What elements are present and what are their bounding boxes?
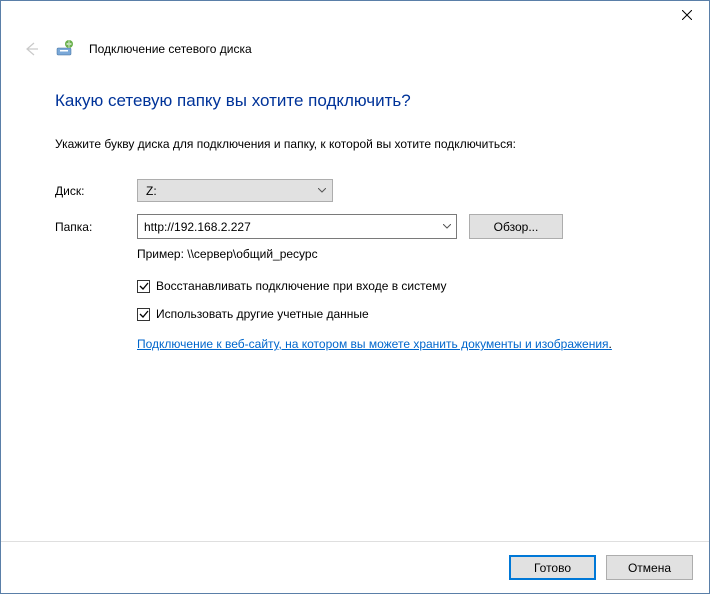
- wizard-content: Какую сетевую папку вы хотите подключить…: [1, 73, 709, 353]
- reconnect-checkbox[interactable]: [137, 280, 150, 293]
- other-creds-label: Использовать другие учетные данные: [156, 307, 369, 321]
- folder-input[interactable]: [138, 215, 436, 238]
- close-button[interactable]: [664, 1, 709, 29]
- reconnect-checkbox-row: Восстанавливать подключение при входе в …: [137, 279, 655, 293]
- drive-row: Диск: Z:: [55, 179, 655, 202]
- connect-website-link[interactable]: Подключение к веб-сайту, на котором вы м…: [137, 335, 655, 353]
- checkmark-icon: [139, 309, 149, 319]
- example-text: Пример: \\сервер\общий_ресурс: [137, 247, 655, 261]
- wizard-footer: Готово Отмена: [1, 541, 709, 593]
- other-creds-checkbox-row: Использовать другие учетные данные: [137, 307, 655, 321]
- folder-combobox[interactable]: [137, 214, 457, 239]
- chevron-down-icon: [443, 224, 451, 229]
- folder-label: Папка:: [55, 220, 137, 234]
- wizard-header: Подключение сетевого диска: [1, 31, 709, 73]
- instruction-text: Укажите букву диска для подключения и па…: [55, 137, 655, 151]
- close-icon: [682, 10, 692, 20]
- network-drive-icon: [55, 39, 75, 59]
- back-arrow-icon: [23, 41, 39, 57]
- back-button: [21, 39, 41, 59]
- checkmark-icon: [139, 281, 149, 291]
- other-creds-checkbox[interactable]: [137, 308, 150, 321]
- chevron-down-icon: [318, 188, 326, 193]
- cancel-button[interactable]: Отмена: [606, 555, 693, 580]
- wizard-title: Подключение сетевого диска: [89, 42, 252, 56]
- reconnect-label: Восстанавливать подключение при входе в …: [156, 279, 447, 293]
- drive-value: Z:: [146, 184, 157, 198]
- drive-select[interactable]: Z:: [137, 179, 333, 202]
- titlebar: [1, 1, 709, 31]
- page-heading: Какую сетевую папку вы хотите подключить…: [55, 91, 655, 111]
- form-indent-block: Пример: \\сервер\общий_ресурс Восстанавл…: [137, 247, 655, 353]
- drive-label: Диск:: [55, 184, 137, 198]
- folder-dropdown-button[interactable]: [436, 215, 456, 238]
- finish-button[interactable]: Готово: [509, 555, 596, 580]
- browse-button[interactable]: Обзор...: [469, 214, 563, 239]
- folder-row: Папка: Обзор...: [55, 214, 655, 239]
